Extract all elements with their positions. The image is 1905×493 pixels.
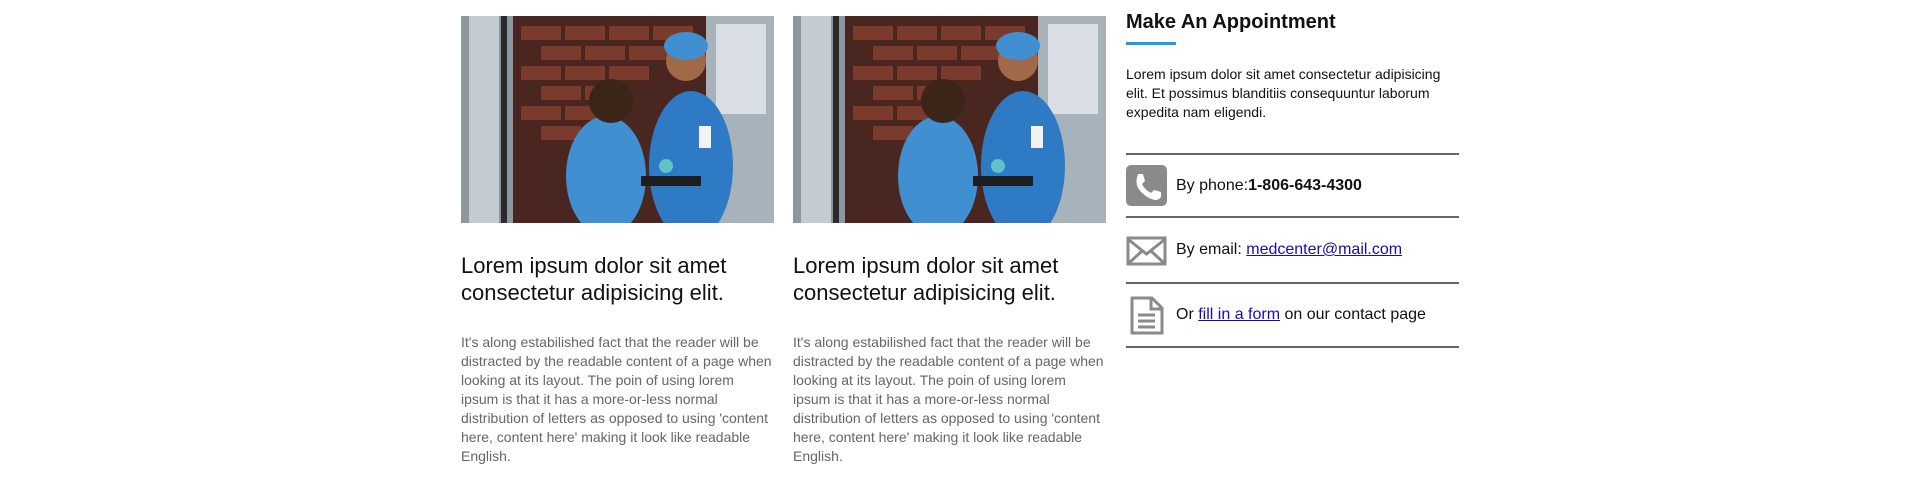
fill-form-link[interactable]: fill in a form [1198, 306, 1280, 324]
email-link[interactable]: medcenter@mail.com [1246, 241, 1402, 259]
doctor-and-patient-photo [461, 16, 774, 223]
appointment-panel: Make An Appointment Lorem ipsum dolor si… [1126, 10, 1459, 348]
envelope-icon [1126, 230, 1167, 271]
appointment-title: Make An Appointment [1126, 11, 1336, 33]
article-card: Lorem ipsum dolor sit amet consectetur a… [461, 16, 774, 464]
contact-options: By phone: 1-806-643-4300 By email: medce… [1126, 153, 1459, 348]
form-prefix: Or [1176, 306, 1194, 323]
email-label: By email: [1176, 241, 1242, 258]
article-body: It's along estabilished fact that the re… [461, 334, 772, 464]
phone-icon [1126, 165, 1167, 206]
doctor-and-patient-photo [793, 16, 1106, 223]
title-underline [1126, 42, 1176, 45]
form-suffix: on our contact page [1280, 306, 1426, 323]
phone-row: By phone: 1-806-643-4300 [1126, 153, 1459, 216]
article-body: It's along estabilished fact that the re… [793, 334, 1104, 464]
article-card: Lorem ipsum dolor sit amet consectetur a… [793, 16, 1106, 464]
email-row: By email: medcenter@mail.com [1126, 216, 1459, 282]
form-row: Or fill in a form on our contact page [1126, 282, 1459, 348]
article-title: Lorem ipsum dolor sit amet consectetur a… [793, 253, 1059, 305]
appointment-intro: Lorem ipsum dolor sit amet consectetur a… [1126, 66, 1441, 120]
article-title: Lorem ipsum dolor sit amet consectetur a… [461, 253, 727, 305]
phone-number: 1-806-643-4300 [1248, 176, 1362, 194]
phone-label: By phone: [1176, 176, 1249, 194]
document-icon [1126, 295, 1167, 336]
